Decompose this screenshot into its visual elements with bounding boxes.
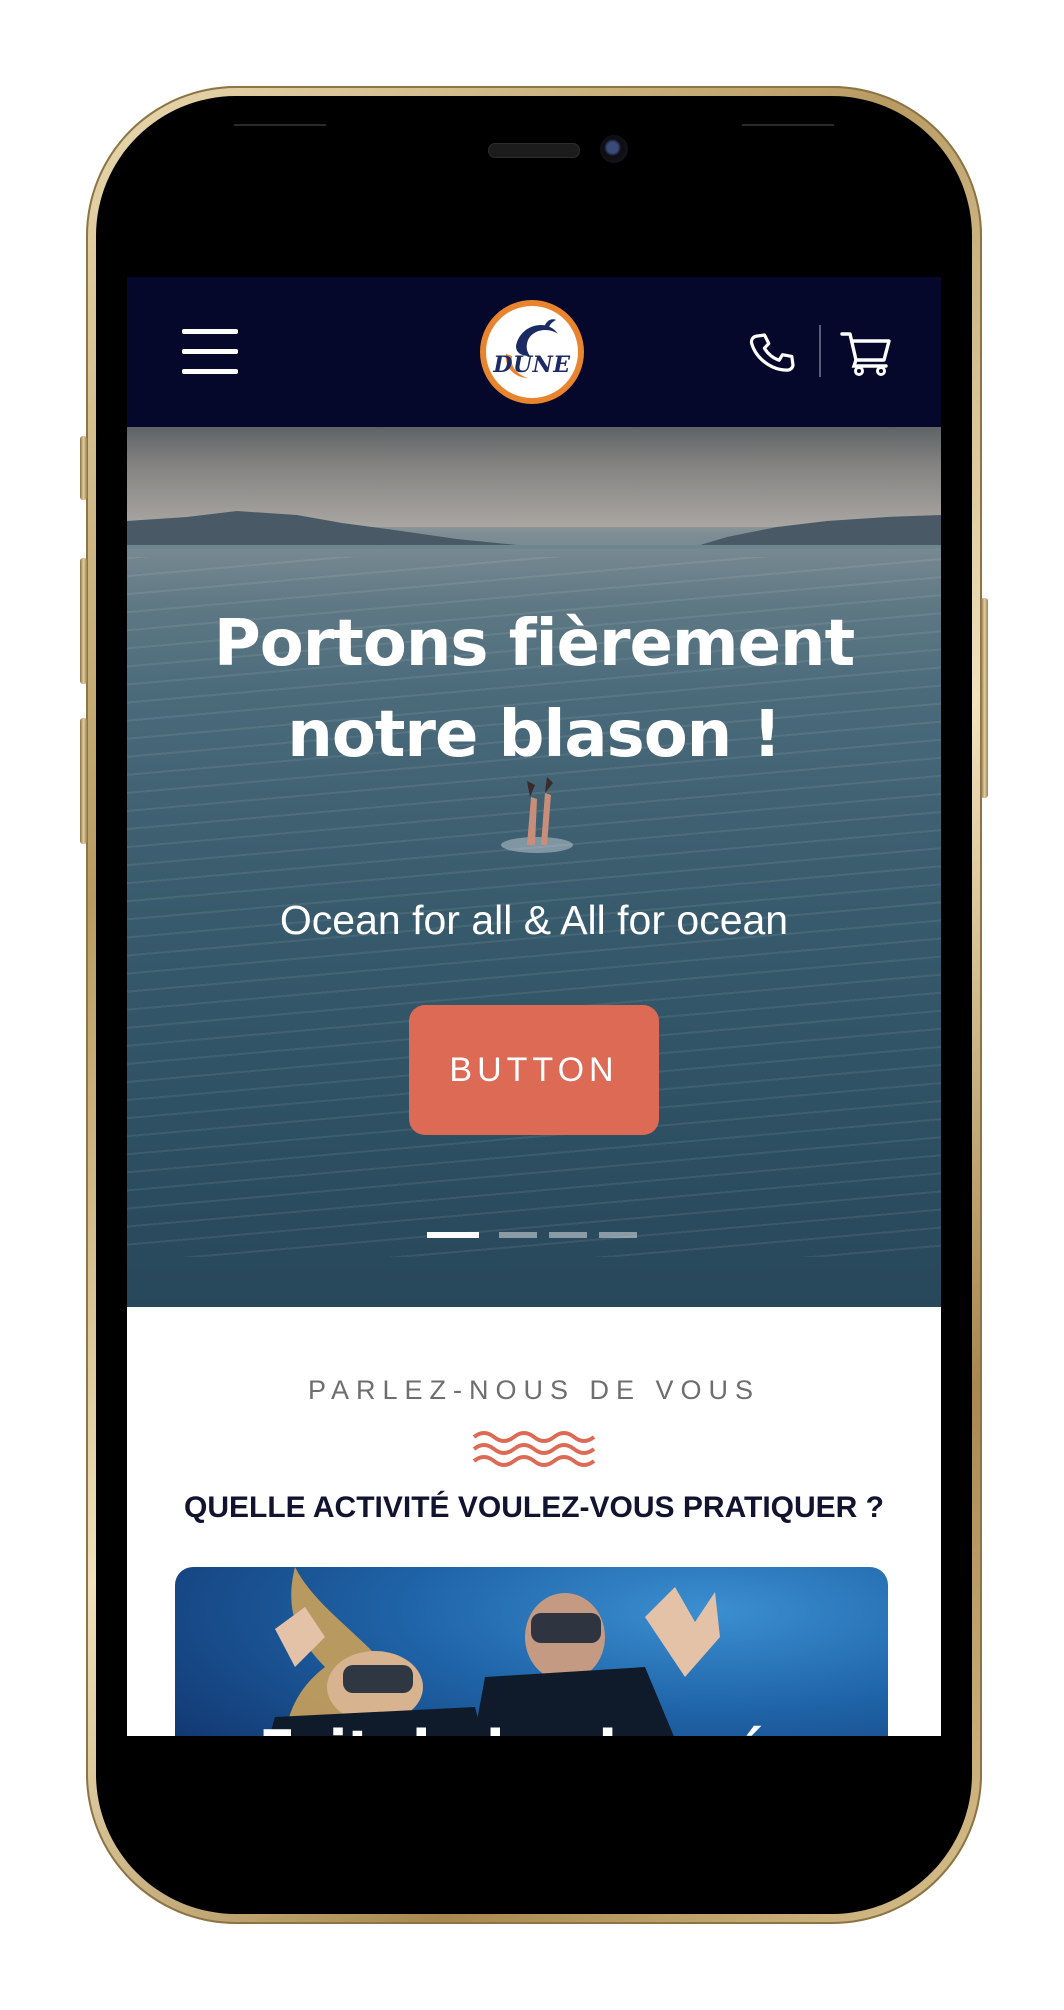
cart-icon[interactable] [840,328,892,376]
hamburger-menu-icon[interactable] [182,327,238,377]
nav-divider [819,325,821,377]
power-button [981,598,988,798]
hero-title-line-2: notre blason ! [287,698,781,772]
activity-card-diving[interactable]: Fait de la plongée [175,1567,888,1736]
front-camera [600,135,628,163]
slider-dot-3[interactable] [549,1232,587,1238]
volume-down-button [80,718,87,844]
hero-title: Portons fièrement notre blason ! [127,599,941,781]
activity-card-title: Fait de la plongée [175,1719,888,1736]
volume-up-button [80,558,87,684]
top-navbar: DUNE [127,277,941,427]
hero-mountains [127,511,941,549]
antenna-line-right [742,124,834,126]
slider-dot-4[interactable] [599,1232,637,1238]
silent-switch [80,436,87,500]
logo-text: DUNE [493,352,571,378]
phone-screen: DUNE Portons fièrement notre blason ! Oc… [127,277,941,1736]
logo-badge: DUNE [486,306,578,398]
slider-dot-2[interactable] [499,1232,537,1238]
slider-dot-1[interactable] [427,1232,479,1238]
phone-icon[interactable] [749,328,797,376]
slider-pagination [427,1232,647,1238]
hero-slider: Portons fièrement notre blason ! Ocean fo… [127,427,941,1307]
antenna-line-left [234,124,326,126]
hero-subtitle: Ocean for all & All for ocean [279,897,789,943]
hero-cta-button[interactable]: BUTTON [409,1005,659,1135]
dune-logo[interactable]: DUNE [480,300,584,404]
wave-ornament-icon [472,1431,596,1467]
section-eyebrow: PARLEZ-NOUS DE VOUS [307,1375,761,1405]
hero-title-line-1: Portons fièrement [213,607,855,681]
section-heading: QUELLE ACTIVITÉ VOULEZ-VOUS PRATIQUER ? [183,1491,885,1524]
divers-photo [269,1567,720,1736]
earpiece-speaker [488,143,580,158]
